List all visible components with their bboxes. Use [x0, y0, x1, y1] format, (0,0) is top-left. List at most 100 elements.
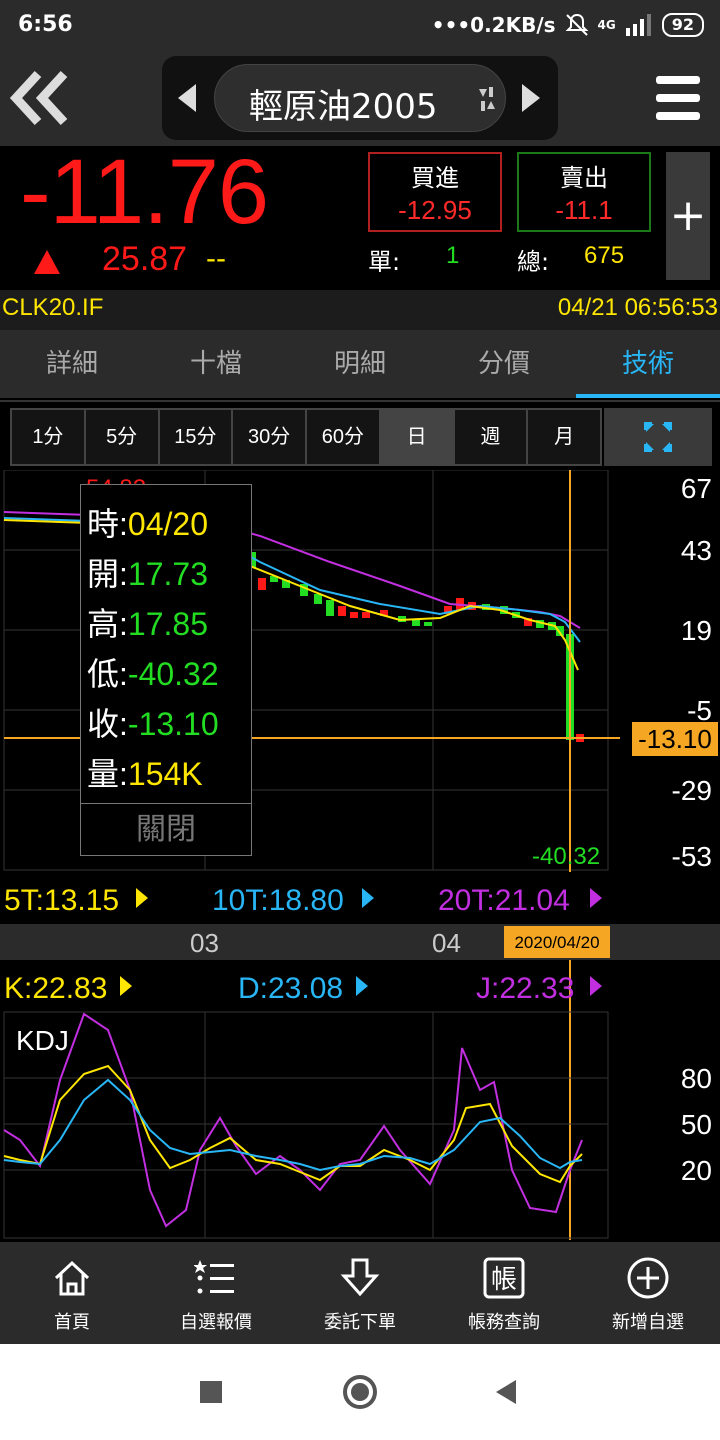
tooltip-close-label: 收:: [87, 706, 128, 742]
add-button[interactable]: +: [666, 152, 710, 280]
tooltip-high-value: 17.85: [127, 606, 208, 642]
kdj-legend: K:22.83 D:23.08 J:22.33: [4, 972, 602, 1005]
kdj-axis: 80 50 20: [681, 1063, 712, 1186]
kdj-panel-grid: [3, 1011, 609, 1239]
candle-tooltip: 時:04/20 開:17.73 高:17.85 低:-40.32 收:-13.1…: [80, 484, 252, 856]
unit-label: 單:: [368, 248, 401, 276]
nav-watchlist[interactable]: 自選報價: [144, 1242, 288, 1344]
kdj-j-arrow-icon: [590, 976, 602, 996]
kdj-k-arrow-icon: [120, 976, 132, 996]
ma20-legend: 20T:21.04: [438, 884, 570, 917]
tooltip-open-row: 開:17.73: [87, 549, 208, 595]
nav-add-watch[interactable]: 新增自選: [576, 1242, 720, 1344]
symbol-selector: 輕原油2005: [162, 56, 558, 140]
period-1min[interactable]: 1分: [12, 410, 86, 464]
tooltip-close-row: 收:-13.10: [87, 699, 219, 745]
low-marker-label: -40.32: [532, 843, 600, 870]
price-axis-label: 43: [681, 535, 712, 566]
contract-code: CLK20.IF: [2, 294, 104, 321]
tooltip-open-label: 開:: [87, 556, 128, 592]
tooltip-time-row: 時:04/20: [87, 499, 208, 545]
system-nav-bar: [0, 1344, 720, 1440]
svg-text:帳: 帳: [491, 1265, 517, 1295]
ma-legend: 5T:13.15 10T:18.80 20T:21.04: [4, 884, 602, 917]
nav-watchlist-label: 自選報價: [180, 1312, 252, 1333]
tooltip-open-value: 17.73: [127, 556, 208, 592]
up-triangle-icon: [34, 250, 60, 274]
tooltip-close-button[interactable]: 關閉: [81, 803, 251, 855]
symbol-pill[interactable]: 輕原油2005: [214, 64, 506, 132]
kdj-axis-label: 80: [681, 1063, 712, 1094]
battery-indicator: 92: [661, 13, 704, 37]
price-axis-label: -29: [672, 775, 712, 806]
nav-order[interactable]: 委託下單: [288, 1242, 432, 1344]
tooltip-volume-row: 量:154K: [87, 749, 203, 795]
period-week[interactable]: 週: [454, 410, 529, 464]
date-axis-bg: [0, 924, 720, 960]
total-value: 675: [584, 242, 625, 269]
period-30min[interactable]: 30分: [233, 410, 307, 464]
cursor-date: 2020/04/20: [514, 933, 599, 952]
back-button[interactable]: [8, 66, 72, 130]
tab-price-volume[interactable]: 分價: [432, 330, 576, 398]
network-speed: •••0.2KB/s: [431, 13, 556, 37]
prev-symbol-arrow-icon[interactable]: [178, 84, 196, 112]
back-triangle-icon: [496, 1380, 516, 1404]
add-circle-icon: [627, 1257, 669, 1299]
period-selector: 1分 5分 15分 30分 60分 日 週 月: [10, 408, 602, 466]
kdj-d-legend: D:23.08: [238, 972, 343, 1005]
bottom-nav: 首頁 自選報價 委託下單 帳 帳務查詢 新增自選: [0, 1242, 720, 1344]
tab-ticks[interactable]: 明細: [288, 330, 432, 398]
nav-order-label: 委託下單: [324, 1312, 396, 1333]
code-row: CLK20.IF 04/21 06:56:53: [0, 290, 720, 330]
kdj-axis-label: 20: [681, 1155, 712, 1186]
tooltip-volume-label: 量:: [87, 756, 128, 792]
tooltip-low-value: -40.32: [127, 656, 219, 692]
double-chevron-left-icon: [9, 70, 68, 126]
fullscreen-icon: [644, 422, 672, 452]
period-60min[interactable]: 60分: [307, 410, 381, 464]
ask-value: -11.1: [555, 195, 613, 225]
kdj-d-arrow-icon: [356, 976, 368, 996]
tab-bar: 詳細 十檔 明細 分價 技術: [0, 330, 720, 398]
ask-box[interactable]: 賣出 -11.1: [517, 152, 651, 232]
nav-add-watch-label: 新增自選: [612, 1312, 684, 1333]
next-symbol-arrow-icon[interactable]: [522, 84, 540, 112]
bid-value: -12.95: [398, 195, 472, 225]
tooltip-high-label: 高:: [87, 606, 128, 642]
tooltip-low-label: 低:: [87, 656, 128, 692]
app-header: 輕原油2005: [0, 52, 720, 146]
kdj-axis-label: 50: [681, 1109, 712, 1140]
unit-value: 1: [446, 242, 460, 269]
tab-detail[interactable]: 詳細: [0, 330, 144, 398]
period-month[interactable]: 月: [528, 410, 600, 464]
fullscreen-button[interactable]: [604, 408, 712, 466]
home-icon: [54, 1260, 90, 1296]
ask-label: 賣出: [560, 164, 608, 192]
tooltip-volume-value: 154K: [127, 756, 203, 792]
account-icon: 帳: [483, 1257, 525, 1299]
price-axis-label: 67: [681, 473, 712, 504]
menu-button[interactable]: [652, 70, 708, 126]
mute-icon: [565, 13, 588, 36]
period-5min[interactable]: 5分: [85, 410, 160, 464]
status-right: •••0.2KB/s 4G 92: [432, 12, 704, 38]
status-bar: 6:56 •••0.2KB/s 4G 92: [0, 0, 720, 52]
kdj-d-line: [3, 1078, 583, 1172]
bid-label: 買進: [411, 164, 459, 192]
period-day[interactable]: 日: [380, 410, 455, 464]
nav-home-label: 首頁: [54, 1312, 90, 1333]
price-axis-label: -5: [687, 695, 712, 726]
price-change: 25.87: [102, 240, 188, 278]
bid-box[interactable]: 買進 -12.95: [368, 152, 502, 232]
nav-account[interactable]: 帳 帳務查詢: [432, 1242, 576, 1344]
price-axis: 67 43 19 -5 -29 -53: [672, 473, 712, 872]
tab-technical[interactable]: 技術: [576, 330, 720, 398]
change-percent: --: [206, 242, 226, 275]
tab-depth[interactable]: 十檔: [144, 330, 288, 398]
kdj-j-legend: J:22.33: [476, 972, 574, 1005]
nav-home[interactable]: 首頁: [0, 1242, 144, 1344]
period-15min[interactable]: 15分: [159, 410, 234, 464]
tooltip-low-row: 低:-40.32: [87, 649, 219, 695]
swap-icon[interactable]: [477, 85, 497, 113]
